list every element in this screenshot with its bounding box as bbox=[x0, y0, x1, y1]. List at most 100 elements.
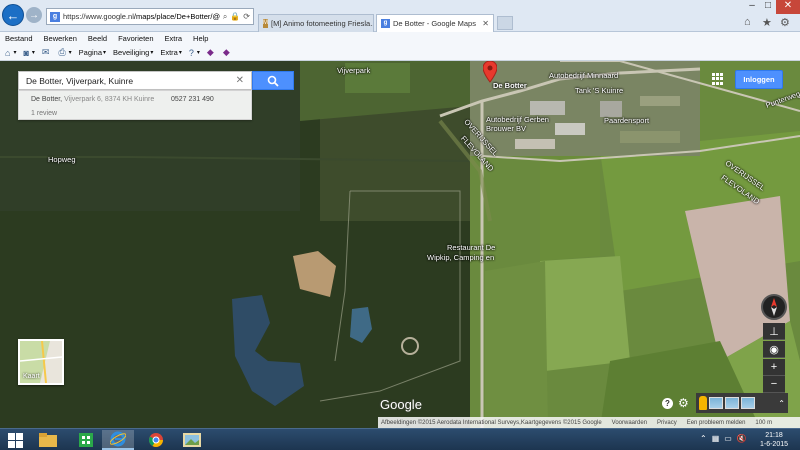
search-icon[interactable]: ⌕ bbox=[223, 12, 227, 22]
privacy-link[interactable]: Privacy bbox=[657, 420, 677, 426]
onenote-icon: ◆ bbox=[206, 47, 214, 57]
apps-grid-icon[interactable] bbox=[712, 73, 724, 85]
arrow-left-icon: ← bbox=[6, 7, 20, 23]
report-problem-link[interactable]: Een probleem melden bbox=[687, 420, 746, 426]
map-label-business[interactable]: Tank 'S Kuinre bbox=[575, 86, 623, 95]
menu-item-beeld[interactable]: Beeld bbox=[88, 34, 107, 43]
map-label-business[interactable]: Autobedrijf Gerben bbox=[486, 115, 549, 124]
map-label-restaurant[interactable]: Wipkip, Camping en bbox=[427, 253, 494, 262]
page-cmd-button[interactable]: Pagina ▾ bbox=[79, 48, 106, 57]
url-path: /maps/place/De+Botter/@5 bbox=[133, 12, 220, 21]
expand-up-icon[interactable]: ⌃ bbox=[778, 399, 785, 408]
menu-item-favorieten[interactable]: Favorieten bbox=[118, 34, 153, 43]
map-label-restaurant[interactable]: Restaurant De bbox=[447, 243, 495, 252]
rss-icon: ◙ bbox=[23, 47, 29, 58]
minimize-button[interactable]: – bbox=[744, 0, 760, 14]
mail-cmd-button[interactable]: ✉ bbox=[42, 47, 52, 58]
taskbar-internet-explorer[interactable] bbox=[102, 430, 134, 450]
menu-item-help[interactable]: Help bbox=[193, 34, 208, 43]
close-window-button[interactable]: ✕ bbox=[776, 0, 800, 14]
map-label-place[interactable]: De Botter bbox=[493, 81, 527, 90]
zoom-in-button[interactable]: + bbox=[763, 359, 785, 376]
forum-favicon-icon: M bbox=[263, 19, 268, 28]
maximize-button[interactable]: □ bbox=[760, 0, 776, 14]
search-input[interactable] bbox=[26, 75, 236, 86]
address-bar[interactable]: g https://www.google.nl/maps/place/De+Bo… bbox=[46, 8, 254, 25]
photo-thumbnail[interactable] bbox=[709, 397, 723, 409]
browser-titlebar: ← → g https://www.google.nl/maps/place/D… bbox=[0, 0, 800, 32]
volume-icon[interactable]: 🔇 bbox=[737, 434, 747, 443]
back-button[interactable]: ← bbox=[2, 4, 24, 26]
result-phone: 0527 231 490 bbox=[171, 96, 214, 103]
taskbar-chrome[interactable] bbox=[140, 430, 172, 450]
chevron-down-icon: ▾ bbox=[103, 50, 107, 56]
taskbar-clock[interactable]: 21:18 1-6-2015 bbox=[752, 431, 796, 449]
scale-bar[interactable]: 100 m bbox=[755, 420, 772, 426]
search-icon bbox=[267, 75, 279, 87]
home-icon[interactable]: ⌂ bbox=[744, 16, 751, 28]
chevron-down-icon: ▾ bbox=[196, 50, 200, 56]
help-cmd-button[interactable]: ? ▾ bbox=[189, 48, 200, 58]
gear-icon[interactable]: ⚙ bbox=[678, 396, 689, 410]
home-cmd-button[interactable]: ⌂ ▾ bbox=[5, 48, 16, 58]
plus-icon: + bbox=[770, 361, 778, 373]
pegman-icon[interactable] bbox=[699, 396, 707, 410]
maps-search-box[interactable]: ✕ bbox=[18, 71, 252, 90]
menu-item-bestand[interactable]: Bestand bbox=[5, 34, 33, 43]
taskbar-photo-viewer[interactable] bbox=[176, 430, 208, 450]
chevron-up-icon[interactable]: ⌃ bbox=[700, 434, 707, 443]
terms-link[interactable]: Voorwaarden bbox=[612, 420, 647, 426]
network-icon[interactable]: ▦ bbox=[712, 434, 720, 443]
result-address: Vijverpark 6, 8374 KH Kuinre bbox=[64, 96, 155, 103]
close-tab-icon[interactable]: ✕ bbox=[482, 19, 489, 28]
start-button[interactable] bbox=[4, 432, 26, 449]
map-type-toggle[interactable]: Kaart bbox=[18, 339, 64, 385]
map-label-business[interactable]: Autobedrijf Minnaard bbox=[549, 71, 618, 80]
taskbar-file-explorer[interactable] bbox=[32, 430, 64, 450]
place-result-card[interactable]: De Botter, Vijverpark 6, 8374 KH Kuinre … bbox=[18, 90, 252, 120]
help-icon: ? bbox=[188, 47, 194, 58]
lock-icon[interactable]: 🔒 bbox=[230, 12, 240, 21]
tools-gear-icon[interactable]: ⚙ bbox=[780, 16, 790, 29]
menu-item-bewerken[interactable]: Bewerken bbox=[44, 34, 77, 43]
chevron-down-icon: ▾ bbox=[150, 50, 154, 56]
security-cmd-button[interactable]: Beveiliging ▾ bbox=[113, 48, 153, 57]
login-button[interactable]: Inloggen bbox=[735, 70, 783, 89]
map-label-business[interactable]: Brouwer BV bbox=[486, 124, 526, 133]
research-cmd-button[interactable]: ◆ bbox=[207, 47, 216, 58]
feeds-cmd-button[interactable]: ◙ ▾ bbox=[23, 48, 34, 58]
my-location-button[interactable]: ◉ bbox=[763, 341, 785, 358]
system-tray: ⌃ ▦ ▭ 🔇 bbox=[700, 434, 747, 443]
imagery-credit: Afbeeldingen ©2015 Aerodata Internationa… bbox=[381, 419, 602, 426]
result-reviews-link[interactable]: 1 review bbox=[31, 110, 57, 117]
cmd-label: Pagina bbox=[78, 48, 103, 57]
clear-search-icon[interactable]: ✕ bbox=[236, 75, 244, 86]
map-viewport[interactable]: Vijverpark De Botter Autobedrijf Minnaar… bbox=[0, 61, 800, 428]
photo-thumbnail[interactable] bbox=[741, 397, 755, 409]
map-pin-icon[interactable] bbox=[483, 61, 497, 83]
new-tab-button[interactable] bbox=[497, 16, 513, 30]
tilt-button[interactable]: ⊥ bbox=[763, 323, 785, 340]
folder-icon bbox=[39, 433, 57, 447]
refresh-icon[interactable]: ⟳ bbox=[243, 12, 250, 21]
compass-control[interactable] bbox=[761, 294, 787, 320]
map-label-vijverpark[interactable]: Vijverpark bbox=[337, 66, 370, 75]
zoom-out-button[interactable]: − bbox=[763, 376, 785, 393]
tab-google-maps[interactable]: g De Botter - Google Maps ✕ bbox=[376, 14, 494, 32]
map-label-business[interactable]: Paardensport bbox=[604, 116, 649, 125]
menu-item-extra[interactable]: Extra bbox=[165, 34, 183, 43]
print-cmd-button[interactable]: ⎙ ▾ bbox=[58, 47, 71, 58]
battery-icon[interactable]: ▭ bbox=[724, 434, 732, 443]
extra-cmd-button[interactable]: Extra ▾ bbox=[160, 48, 182, 57]
taskbar-store[interactable] bbox=[70, 430, 102, 450]
tab-animo[interactable]: M [M] Animo fotomeeting Friesla... bbox=[258, 14, 374, 32]
favorites-star-icon[interactable]: ★ bbox=[762, 16, 772, 29]
map-label-street: Hopweg bbox=[48, 155, 76, 164]
photo-thumbnail[interactable] bbox=[725, 397, 739, 409]
address-url[interactable]: https://www.google.nl/maps/place/De+Bott… bbox=[63, 12, 220, 21]
search-button[interactable] bbox=[252, 71, 294, 90]
photo-strip[interactable]: ⌃ bbox=[696, 393, 788, 413]
help-icon[interactable]: ? bbox=[662, 398, 673, 409]
translate-cmd-button[interactable]: ◆ bbox=[223, 47, 232, 58]
forward-button[interactable]: → bbox=[26, 7, 42, 23]
